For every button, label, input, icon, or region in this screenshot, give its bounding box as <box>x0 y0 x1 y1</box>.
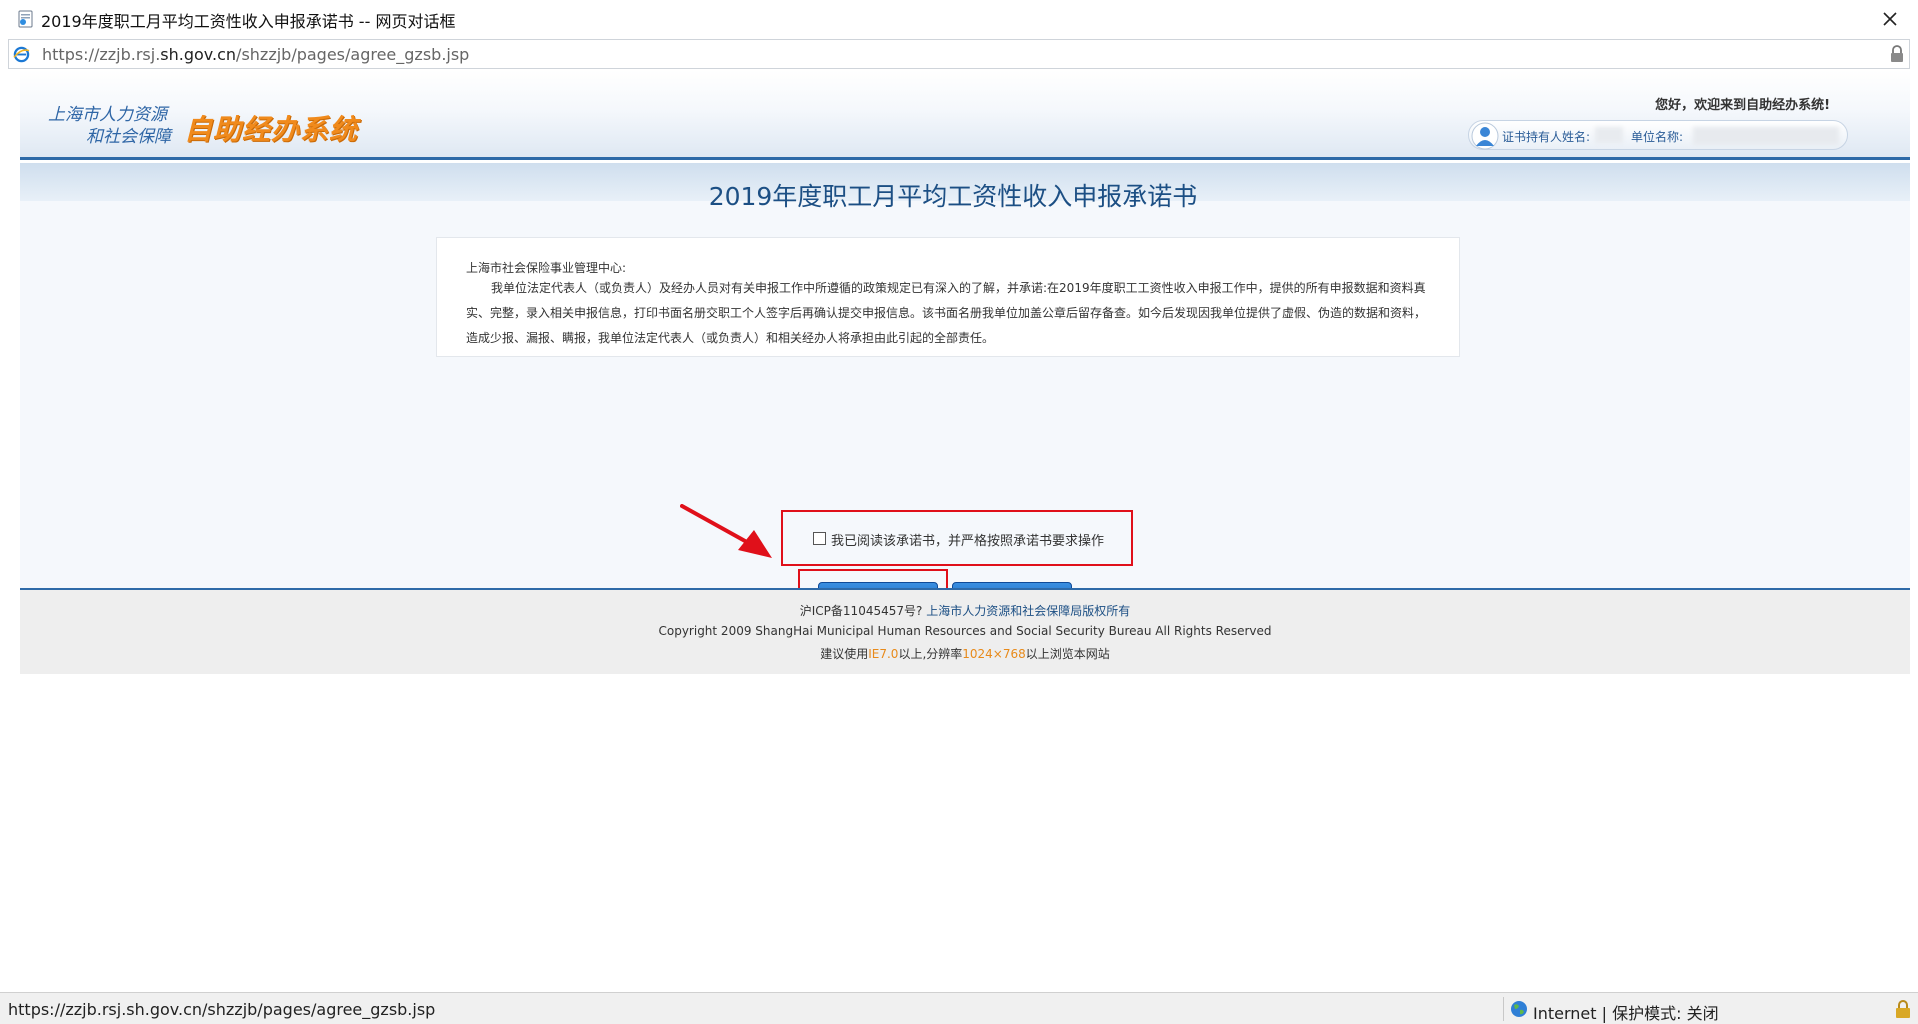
suggest-ie-version: IE7.0 <box>868 647 899 661</box>
unit-name-value <box>1693 127 1839 145</box>
holder-name-label: 证书持有人姓名: <box>1502 130 1591 144</box>
url-prefix: https://zzjb.rsj. <box>42 45 161 64</box>
user-info: 证书持有人姓名: 单位名称: <box>1468 120 1848 150</box>
unit-name-label: 单位名称: <box>1631 130 1684 144</box>
padlock-icon <box>1896 1000 1910 1018</box>
pledge-text-box: 上海市社会保险事业管理中心: 我单位法定代表人（或负责人）及经办人员对有关申报工… <box>436 237 1460 357</box>
lock-icon[interactable] <box>1889 45 1905 63</box>
suggest-prefix: 建议使用 <box>820 647 869 661</box>
pledge-addressee: 上海市社会保险事业管理中心: <box>466 261 627 275</box>
close-button[interactable] <box>1876 6 1904 32</box>
dialog-title: 2019年度职工月平均工资性收入申报承诺书 -- 网页对话框 <box>41 12 456 31</box>
footer-copyright: Copyright 2009 ShangHai Municipal Human … <box>658 624 1272 638</box>
user-avatar-icon <box>1471 122 1499 150</box>
agree-checkbox[interactable] <box>813 532 826 545</box>
footer-icp-line: 沪ICP备11045457号? 上海市人力资源和社会保障局版权所有 <box>20 602 1910 619</box>
status-bar: https://zzjb.rsj.sh.gov.cn/shzzjb/pages/… <box>0 992 1918 1024</box>
status-url: https://zzjb.rsj.sh.gov.cn/shzzjb/pages/… <box>8 1000 436 1019</box>
page-icon <box>18 10 33 28</box>
icp-number[interactable]: 沪ICP备11045457号? <box>800 604 923 618</box>
site-footer: 沪ICP备11045457号? 上海市人力资源和社会保障局版权所有 Copyri… <box>20 588 1910 674</box>
suggest-suffix: 以上浏览本网站 <box>1025 647 1110 661</box>
page-viewport: 上海市人力资源 和社会保障 自助经办系统 您好，欢迎来到自助经办系统! 证书持有… <box>8 70 1910 992</box>
globe-icon <box>1511 1001 1527 1017</box>
logo-system-name: 自助经办系统 <box>184 113 359 146</box>
annotation-arrow-icon <box>680 504 772 558</box>
copyright-owner-link[interactable]: 上海市人力资源和社会保障局版权所有 <box>926 604 1130 618</box>
address-bar[interactable]: https://zzjb.rsj.sh.gov.cn/shzzjb/pages/… <box>8 39 1910 69</box>
dialog-titlebar: 2019年度职工月平均工资性收入申报承诺书 -- 网页对话框 <box>0 0 1918 38</box>
pledge-body: 我单位法定代表人（或负责人）及经办人员对有关申报工作中所遵循的政策规定已有深入的… <box>466 281 1427 345</box>
page-title: 2019年度职工月平均工资性收入申报承诺书 <box>708 182 1198 211</box>
address-url: https://zzjb.rsj.sh.gov.cn/shzzjb/pages/… <box>42 45 469 64</box>
holder-name-value <box>1595 127 1623 143</box>
footer-browser-suggestion: 建议使用IE7.0以上,分辨率1024×768以上浏览本网站 <box>20 645 1910 662</box>
ie-icon <box>13 46 30 63</box>
status-separator <box>1503 997 1504 1021</box>
close-icon <box>1883 12 1897 26</box>
site-header: 上海市人力资源 和社会保障 自助经办系统 您好，欢迎来到自助经办系统! 证书持有… <box>20 70 1910 160</box>
security-zone[interactable]: Internet | 保护模式: 关闭 <box>1533 1000 1719 1024</box>
suggest-resolution: 1024×768 <box>962 647 1026 661</box>
welcome-text: 您好，欢迎来到自助经办系统! <box>1655 98 1830 113</box>
logo-line2: 和社会保障 <box>86 127 171 147</box>
suggest-mid: 以上,分辨率 <box>898 647 963 661</box>
agree-label[interactable]: 我已阅读该承诺书，并严格按照承诺书要求操作 <box>831 530 1104 549</box>
url-path: /shzzjb/pages/agree_gzsb.jsp <box>236 45 470 64</box>
url-host: sh.gov.cn <box>160 45 237 64</box>
